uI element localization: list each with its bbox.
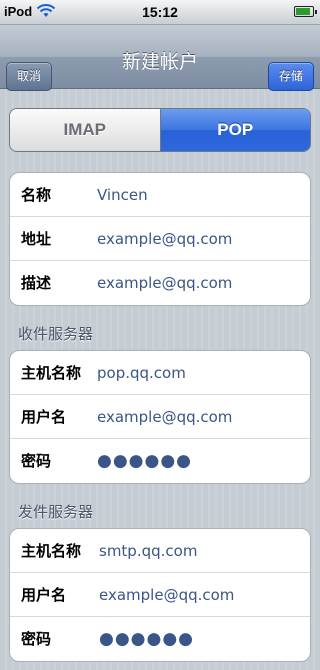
outgoing-username-row[interactable]: 用户名 example@qq.com <box>10 573 310 617</box>
incoming-host-field[interactable]: pop.qq.com <box>97 351 186 395</box>
account-type-segmented-control: IMAP POP <box>9 108 311 152</box>
outgoing-server-header: 发件服务器 <box>18 503 94 521</box>
account-info-group: 名称 Vincen 地址 example@qq.com 描述 example@q… <box>9 172 311 306</box>
description-field[interactable]: example@qq.com <box>97 261 232 305</box>
address-row[interactable]: 地址 example@qq.com <box>10 217 310 261</box>
battery-fill <box>296 8 310 15</box>
outgoing-host-row[interactable]: 主机名称 smtp.qq.com <box>10 529 310 573</box>
incoming-username-row[interactable]: 用户名 example@qq.com <box>10 395 310 439</box>
name-row[interactable]: 名称 Vincen <box>10 173 310 217</box>
incoming-host-label: 主机名称 <box>21 364 82 382</box>
battery-icon <box>294 6 317 17</box>
cancel-button[interactable]: 取消 <box>6 62 52 91</box>
segment-pop[interactable]: POP <box>160 109 310 151</box>
address-field[interactable]: example@qq.com <box>97 217 232 261</box>
name-field[interactable]: Vincen <box>97 173 148 217</box>
address-label: 地址 <box>21 230 52 248</box>
page-title: 新建帐户 <box>121 51 198 73</box>
incoming-server-header: 收件服务器 <box>18 325 94 343</box>
outgoing-server-group: 主机名称 smtp.qq.com 用户名 example@qq.com 密码 ●… <box>9 528 311 662</box>
incoming-host-row[interactable]: 主机名称 pop.qq.com <box>10 351 310 395</box>
incoming-username-label: 用户名 <box>21 408 67 426</box>
status-bar: iPod 15:12 <box>0 0 320 25</box>
incoming-username-field[interactable]: example@qq.com <box>97 395 232 439</box>
description-row[interactable]: 描述 example@qq.com <box>10 261 310 305</box>
outgoing-password-label: 密码 <box>21 630 52 648</box>
outgoing-username-field[interactable]: example@qq.com <box>99 573 234 617</box>
incoming-password-row[interactable]: 密码 ●●●●●● <box>10 439 310 483</box>
incoming-password-field[interactable]: ●●●●●● <box>97 439 192 483</box>
outgoing-host-label: 主机名称 <box>21 542 82 560</box>
description-label: 描述 <box>21 274 52 292</box>
outgoing-password-row[interactable]: 密码 ●●●●●● <box>10 617 310 661</box>
incoming-password-label: 密码 <box>21 452 52 470</box>
segment-imap[interactable]: IMAP <box>10 109 161 151</box>
clock: 15:12 <box>142 4 178 20</box>
name-label: 名称 <box>21 186 52 204</box>
save-button[interactable]: 存储 <box>268 62 314 91</box>
outgoing-password-field[interactable]: ●●●●●● <box>99 617 194 661</box>
outgoing-host-field[interactable]: smtp.qq.com <box>99 529 197 573</box>
navigation-bar: 取消 新建帐户 存储 <box>0 25 320 91</box>
outgoing-username-label: 用户名 <box>21 586 67 604</box>
incoming-server-group: 主机名称 pop.qq.com 用户名 example@qq.com 密码 ●●… <box>9 350 311 484</box>
